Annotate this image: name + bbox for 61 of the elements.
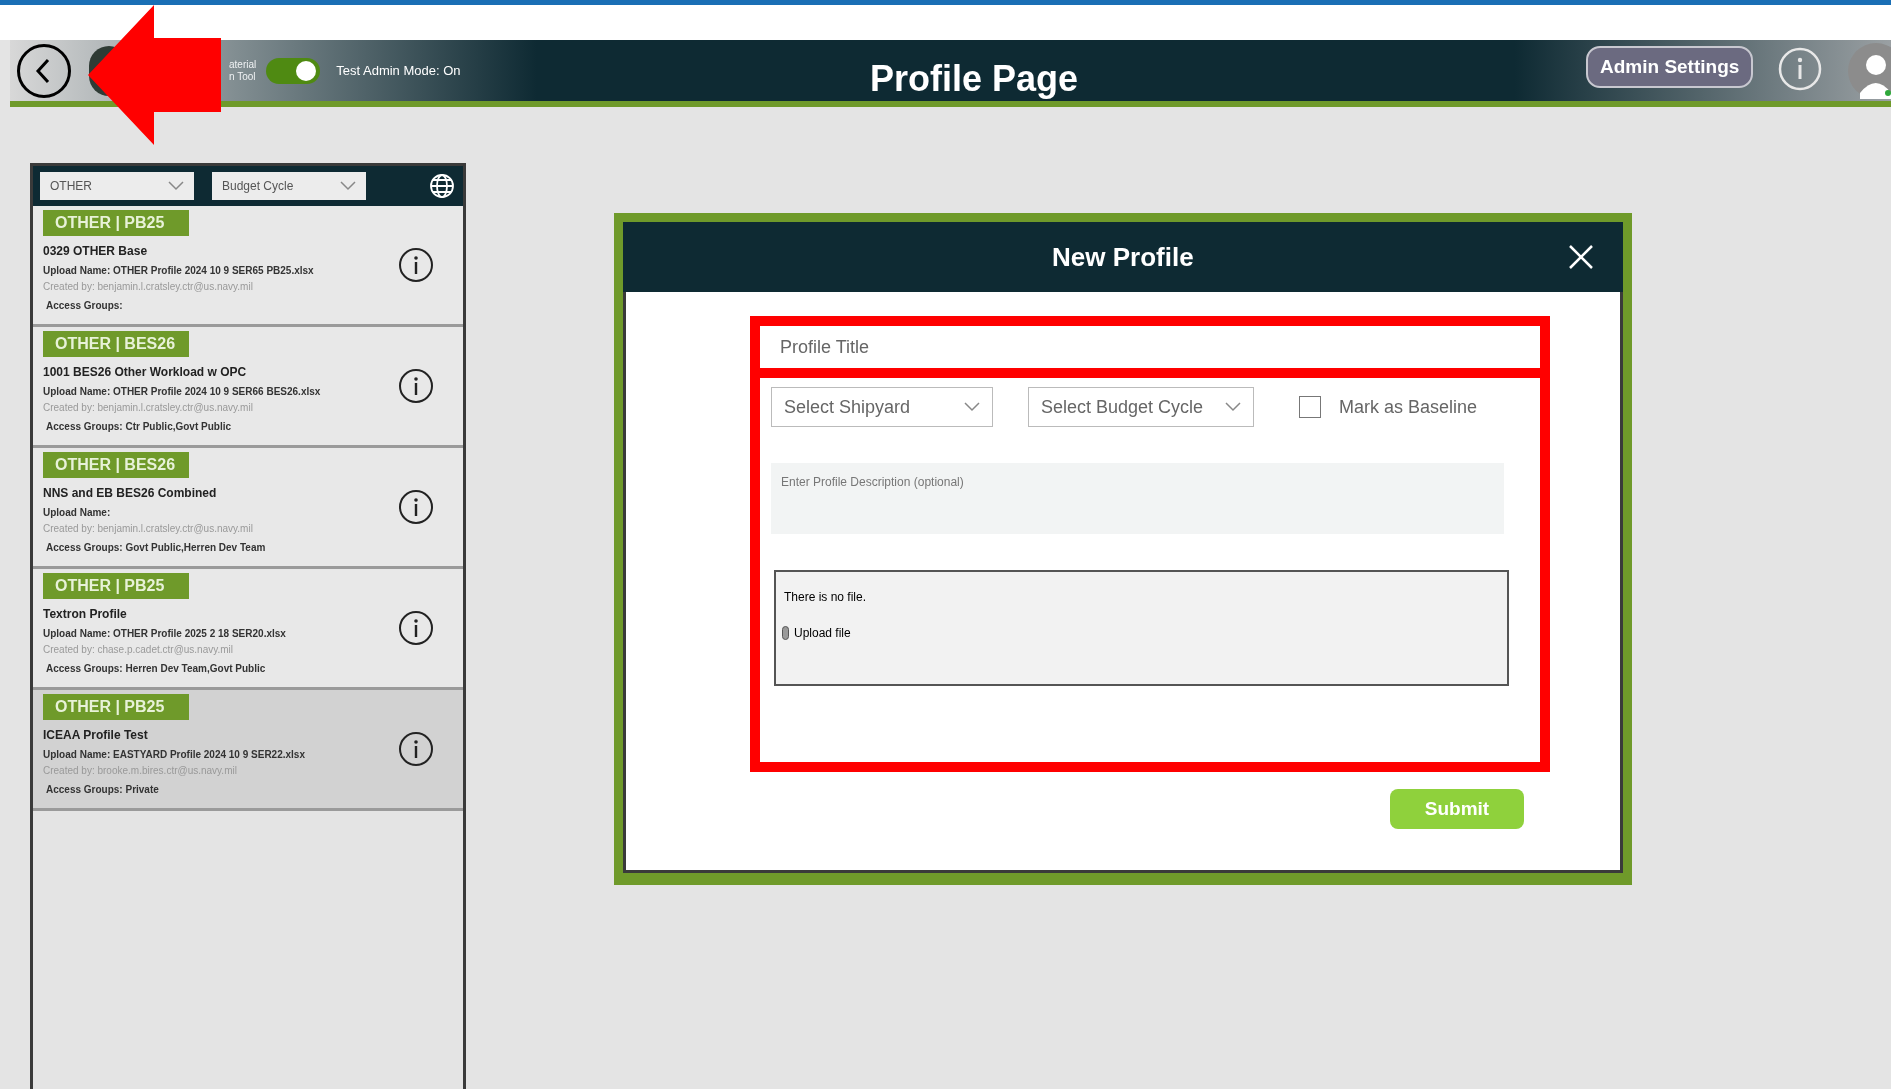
created-by: Created by: brooke.m.bires.ctr@us.navy.mil [43, 764, 237, 778]
access-groups: Access Groups: Govt Public,Herren Dev Team [46, 540, 266, 555]
close-icon[interactable] [1567, 243, 1595, 271]
baseline-checkbox[interactable] [1299, 396, 1321, 418]
info-icon[interactable] [398, 247, 434, 283]
chevron-icon [964, 402, 980, 412]
upload-name: Upload Name: [43, 506, 111, 520]
admin-mode-label: Test Admin Mode: On [336, 61, 461, 80]
budget-cycle-dropdown[interactable]: Select Budget Cycle [1028, 387, 1254, 427]
paperclip-icon [782, 626, 789, 640]
globe-icon[interactable] [428, 172, 456, 200]
dialog-title: New Profile [1052, 240, 1194, 274]
description-field[interactable]: Enter Profile Description (optional) [771, 463, 1504, 534]
chevron-icon [1225, 402, 1241, 412]
logo-text: n Tool [229, 70, 257, 83]
info-icon[interactable] [398, 368, 434, 404]
profile-title: 0329 OTHER Base [43, 243, 148, 260]
page-title: Profile Page [870, 57, 1079, 101]
info-icon[interactable] [398, 610, 434, 646]
tag: OTHER | BES26 [43, 331, 189, 357]
filter-dropdown[interactable]: Budget Cycle [212, 172, 366, 200]
access-groups: Access Groups: Private [46, 782, 159, 797]
created-by: Created by: benjamin.l.cratsley.ctr@us.navy.mil [43, 522, 253, 536]
access-groups: Access Groups: Ctr Public,Govt Public [46, 419, 232, 434]
profile-item[interactable]: OTHER | PB25 ICEAA Profile Test Upload Name: EASTYARD Profile 2024 10 9 SER22.xlsx Created by: brooke.m.bires.ctr@us.navy.mil Access Groups: Private [33, 690, 463, 811]
title-field[interactable]: Profile Title [765, 329, 1537, 366]
tag: OTHER | PB25 [43, 573, 189, 599]
access-groups: Access Groups: [46, 298, 123, 313]
info-icon[interactable] [398, 731, 434, 767]
back-button[interactable] [17, 43, 71, 98]
upload-name: Upload Name: OTHER Profile 2024 10 9 SER65 PB25.xlsx [43, 264, 314, 278]
tag: OTHER | PB25 [43, 210, 189, 236]
avatar-icon[interactable] [1848, 43, 1891, 99]
profile-item[interactable]: OTHER | BES26 NNS and EB BES26 Combined Upload Name: Created by: benjamin.l.cratsley.ctr@us.navy.mil Access Groups: Govt Public,Herren Dev Team [33, 448, 463, 569]
profile-title: Textron Profile [43, 606, 127, 623]
baseline-label: Mark as Baseline [1339, 395, 1478, 419]
profile-title: 1001 BES26 Other Workload w OPC [43, 364, 247, 381]
created-by: Created by: benjamin.l.cratsley.ctr@us.navy.mil [43, 401, 253, 415]
upload-name: Upload Name: OTHER Profile 2025 2 18 SER20.xlsx [43, 627, 286, 641]
created-by: Created by: chase.p.cadet.ctr@us.navy.mil [43, 643, 234, 657]
shipyard-dropdown[interactable]: Select Shipyard [771, 387, 993, 427]
info-icon[interactable] [398, 489, 434, 525]
filter-dropdown[interactable]: OTHER [40, 172, 194, 200]
tag: OTHER | PB25 [43, 694, 189, 720]
upload-name: Upload Name: EASTYARD Profile 2024 10 9 SER22.xlsx [43, 748, 305, 762]
chevron-icon [168, 181, 184, 191]
admin-mode-toggle[interactable] [266, 57, 321, 84]
profile-title: ICEAA Profile Test [43, 727, 148, 744]
tag: OTHER | BES26 [43, 452, 189, 478]
profile-item[interactable]: OTHER | PB25 Textron Profile Upload Name: OTHER Profile 2025 2 18 SER20.xlsx Created by: chase.p.cadet.ctr@us.navy.mil Access Groups: Herren Dev Team,Govt Public [33, 569, 463, 690]
admin-settings-button[interactable]: Admin Settings [1586, 46, 1754, 88]
chevron-icon [340, 181, 356, 191]
access-groups: Access Groups: Herren Dev Team,Govt Public [46, 661, 266, 676]
profile-item[interactable]: OTHER | BES26 1001 BES26 Other Workload w OPC Upload Name: OTHER Profile 2024 10 9 SER66 BES26.xlsx Created by: benjamin.l.cratsley.ctr@us.navy.mil Access Groups: Ctr Public,Govt Public [33, 327, 463, 448]
profile-title: NNS and EB BES26 Combined [43, 485, 217, 502]
logo-text: aterial [229, 58, 257, 71]
upload-file-button[interactable]: Upload file [782, 624, 851, 642]
created-by: Created by: benjamin.l.cratsley.ctr@us.navy.mil [43, 280, 253, 294]
no-file-text: There is no file. [784, 589, 867, 606]
profile-item[interactable]: OTHER | PB25 0329 OTHER Base Upload Name: OTHER Profile 2024 10 9 SER65 PB25.xlsx Created by: benjamin.l.cratsley.ctr@us.navy.mil Access Groups: [33, 206, 463, 327]
upload-name: Upload Name: OTHER Profile 2024 10 9 SER66 BES26.xlsx [43, 385, 321, 399]
